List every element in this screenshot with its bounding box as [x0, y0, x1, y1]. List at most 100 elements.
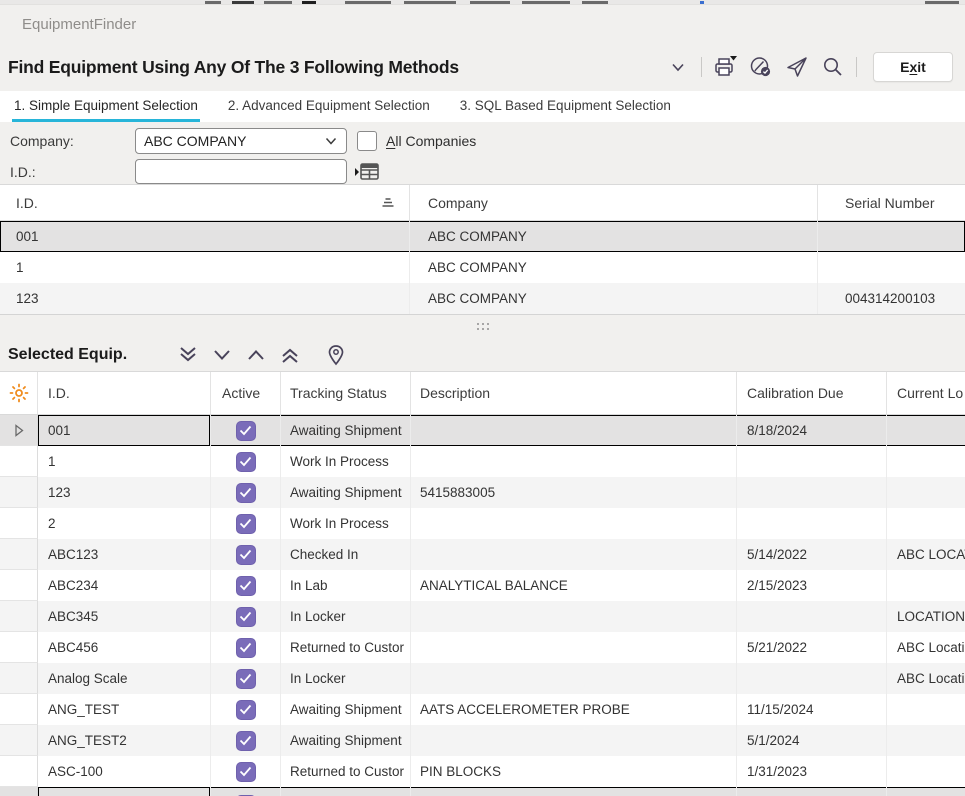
table-row[interactable] [0, 787, 965, 796]
row-selector-cell[interactable] [0, 787, 38, 796]
checkbox-checked-icon[interactable] [236, 421, 256, 441]
company-dropdown[interactable]: ABC COMPANY [135, 128, 347, 154]
row-selector-cell[interactable] [0, 570, 38, 601]
table-row[interactable]: ABC456 Returned to Custor 5/21/2022 ABC … [0, 632, 965, 663]
exit-button[interactable]: Exit [873, 52, 953, 82]
column-header-id[interactable]: I.D. [38, 372, 211, 414]
checkbox-checked-icon[interactable] [236, 607, 256, 627]
table-row[interactable]: 2 Work In Process [0, 508, 965, 539]
cell-current-location [887, 508, 965, 539]
pane-splitter[interactable] [0, 314, 965, 338]
table-row[interactable]: 123 ABC COMPANY 004314200103 [0, 283, 965, 314]
checkbox-checked-icon[interactable] [236, 762, 256, 782]
checkbox-checked-icon[interactable] [236, 483, 256, 503]
table-row[interactable]: ABC234 In Lab ANALYTICAL BALANCE 2/15/20… [0, 570, 965, 601]
row-pointer-icon[interactable] [0, 415, 38, 446]
cell-current-location [887, 415, 965, 446]
cell-active [211, 787, 281, 796]
column-header-tracking[interactable]: Tracking Status [281, 372, 411, 414]
row-selector-cell[interactable] [0, 756, 38, 787]
table-row[interactable]: 001 ABC COMPANY [0, 221, 965, 252]
checkbox-checked-icon[interactable] [236, 638, 256, 658]
cell-tracking: In Locker [281, 601, 411, 632]
grid-lookup-icon[interactable] [354, 162, 380, 182]
column-header-id[interactable]: I.D. [0, 185, 410, 220]
row-selector-cell[interactable] [0, 663, 38, 694]
selected-equip-body: 001 Awaiting Shipment 8/18/2024 1 Work I… [0, 415, 965, 796]
cell-calibration [737, 477, 887, 508]
cell-active [211, 477, 281, 508]
cell-tracking [281, 787, 411, 796]
double-chevron-up-icon[interactable] [273, 342, 307, 368]
cell-description [411, 663, 737, 694]
printer-icon[interactable] [712, 54, 738, 80]
chevron-up-icon[interactable] [239, 342, 273, 368]
grip-dots-icon[interactable] [477, 323, 489, 330]
cell-current-location [887, 756, 965, 787]
checkbox-checked-icon[interactable] [236, 576, 256, 596]
cell-current-location [887, 570, 965, 601]
cell-active [211, 663, 281, 694]
page-header: Find Equipment Using Any Of The 3 Follow… [0, 43, 965, 91]
all-companies-checkbox[interactable] [357, 131, 377, 151]
checkbox-checked-icon[interactable] [236, 731, 256, 751]
row-selector-cell[interactable] [0, 632, 38, 663]
table-row[interactable]: ABC123 Checked In 5/14/2022 ABC LOCAT [0, 539, 965, 570]
tab-advanced-equipment-selection[interactable]: 2. Advanced Equipment Selection [226, 91, 432, 122]
checkbox-checked-icon[interactable] [236, 700, 256, 720]
table-row[interactable]: 001 Awaiting Shipment 8/18/2024 [0, 415, 965, 446]
cell-current-location [887, 725, 965, 756]
cell-id: ABC234 [38, 570, 211, 601]
table-row[interactable]: Analog Scale In Locker ABC Locatio [0, 663, 965, 694]
checkbox-checked-icon[interactable] [236, 545, 256, 565]
id-input[interactable] [135, 159, 347, 184]
checkbox-checked-icon[interactable] [236, 514, 256, 534]
column-header-active[interactable]: Active [211, 372, 281, 414]
column-header-current-location[interactable]: Current Lo [887, 372, 965, 414]
row-selector-cell[interactable] [0, 508, 38, 539]
tab-simple-equipment-selection[interactable]: 1. Simple Equipment Selection [12, 91, 200, 122]
table-row[interactable]: ANG_TEST2 Awaiting Shipment 5/1/2024 [0, 725, 965, 756]
column-header-description[interactable]: Description [411, 372, 737, 414]
cell-current-location: LOCATION [887, 601, 965, 632]
chevron-down-icon[interactable] [665, 54, 691, 80]
sort-icon [381, 196, 395, 209]
cell-calibration [737, 787, 887, 796]
tab-sql-equipment-selection[interactable]: 3. SQL Based Equipment Selection [458, 91, 673, 122]
cell-serial [818, 252, 965, 283]
column-header-calibration[interactable]: Calibration Due [737, 372, 887, 414]
row-selector-cell[interactable] [0, 694, 38, 725]
checkbox-checked-icon[interactable] [236, 669, 256, 689]
row-selector-cell[interactable] [0, 539, 38, 570]
sun-icon[interactable] [0, 372, 38, 414]
double-chevron-down-icon[interactable] [171, 342, 205, 368]
cell-description [411, 508, 737, 539]
search-icon[interactable] [820, 54, 846, 80]
row-selector-cell[interactable] [0, 446, 38, 477]
cell-calibration [737, 446, 887, 477]
table-row[interactable]: 123 Awaiting Shipment 5415883005 [0, 477, 965, 508]
row-selector-cell[interactable] [0, 477, 38, 508]
column-header-serial[interactable]: Serial Number [818, 185, 965, 220]
cell-current-location: ABC Locatio [887, 663, 965, 694]
column-header-company[interactable]: Company [410, 185, 818, 220]
table-row[interactable]: ABC345 In Locker LOCATION [0, 601, 965, 632]
location-pin-icon[interactable] [319, 342, 353, 368]
cell-id: Analog Scale [38, 663, 211, 694]
window-titlebar: EquipmentFinder [0, 5, 965, 43]
chevron-down-icon[interactable] [205, 342, 239, 368]
cell-company: ABC COMPANY [410, 283, 818, 314]
annotate-check-icon[interactable] [748, 54, 774, 80]
table-row[interactable]: 1 ABC COMPANY [0, 252, 965, 283]
cell-calibration [737, 663, 887, 694]
send-icon[interactable] [784, 54, 810, 80]
table-row[interactable]: 1 Work In Process [0, 446, 965, 477]
table-row[interactable]: ASC-100 Returned to Custor PIN BLOCKS 1/… [0, 756, 965, 787]
cell-active [211, 632, 281, 663]
cell-tracking: In Lab [281, 570, 411, 601]
row-selector-cell[interactable] [0, 725, 38, 756]
cell-tracking: Awaiting Shipment [281, 694, 411, 725]
checkbox-checked-icon[interactable] [236, 452, 256, 472]
row-selector-cell[interactable] [0, 601, 38, 632]
table-row[interactable]: ANG_TEST Awaiting Shipment AATS ACCELERO… [0, 694, 965, 725]
